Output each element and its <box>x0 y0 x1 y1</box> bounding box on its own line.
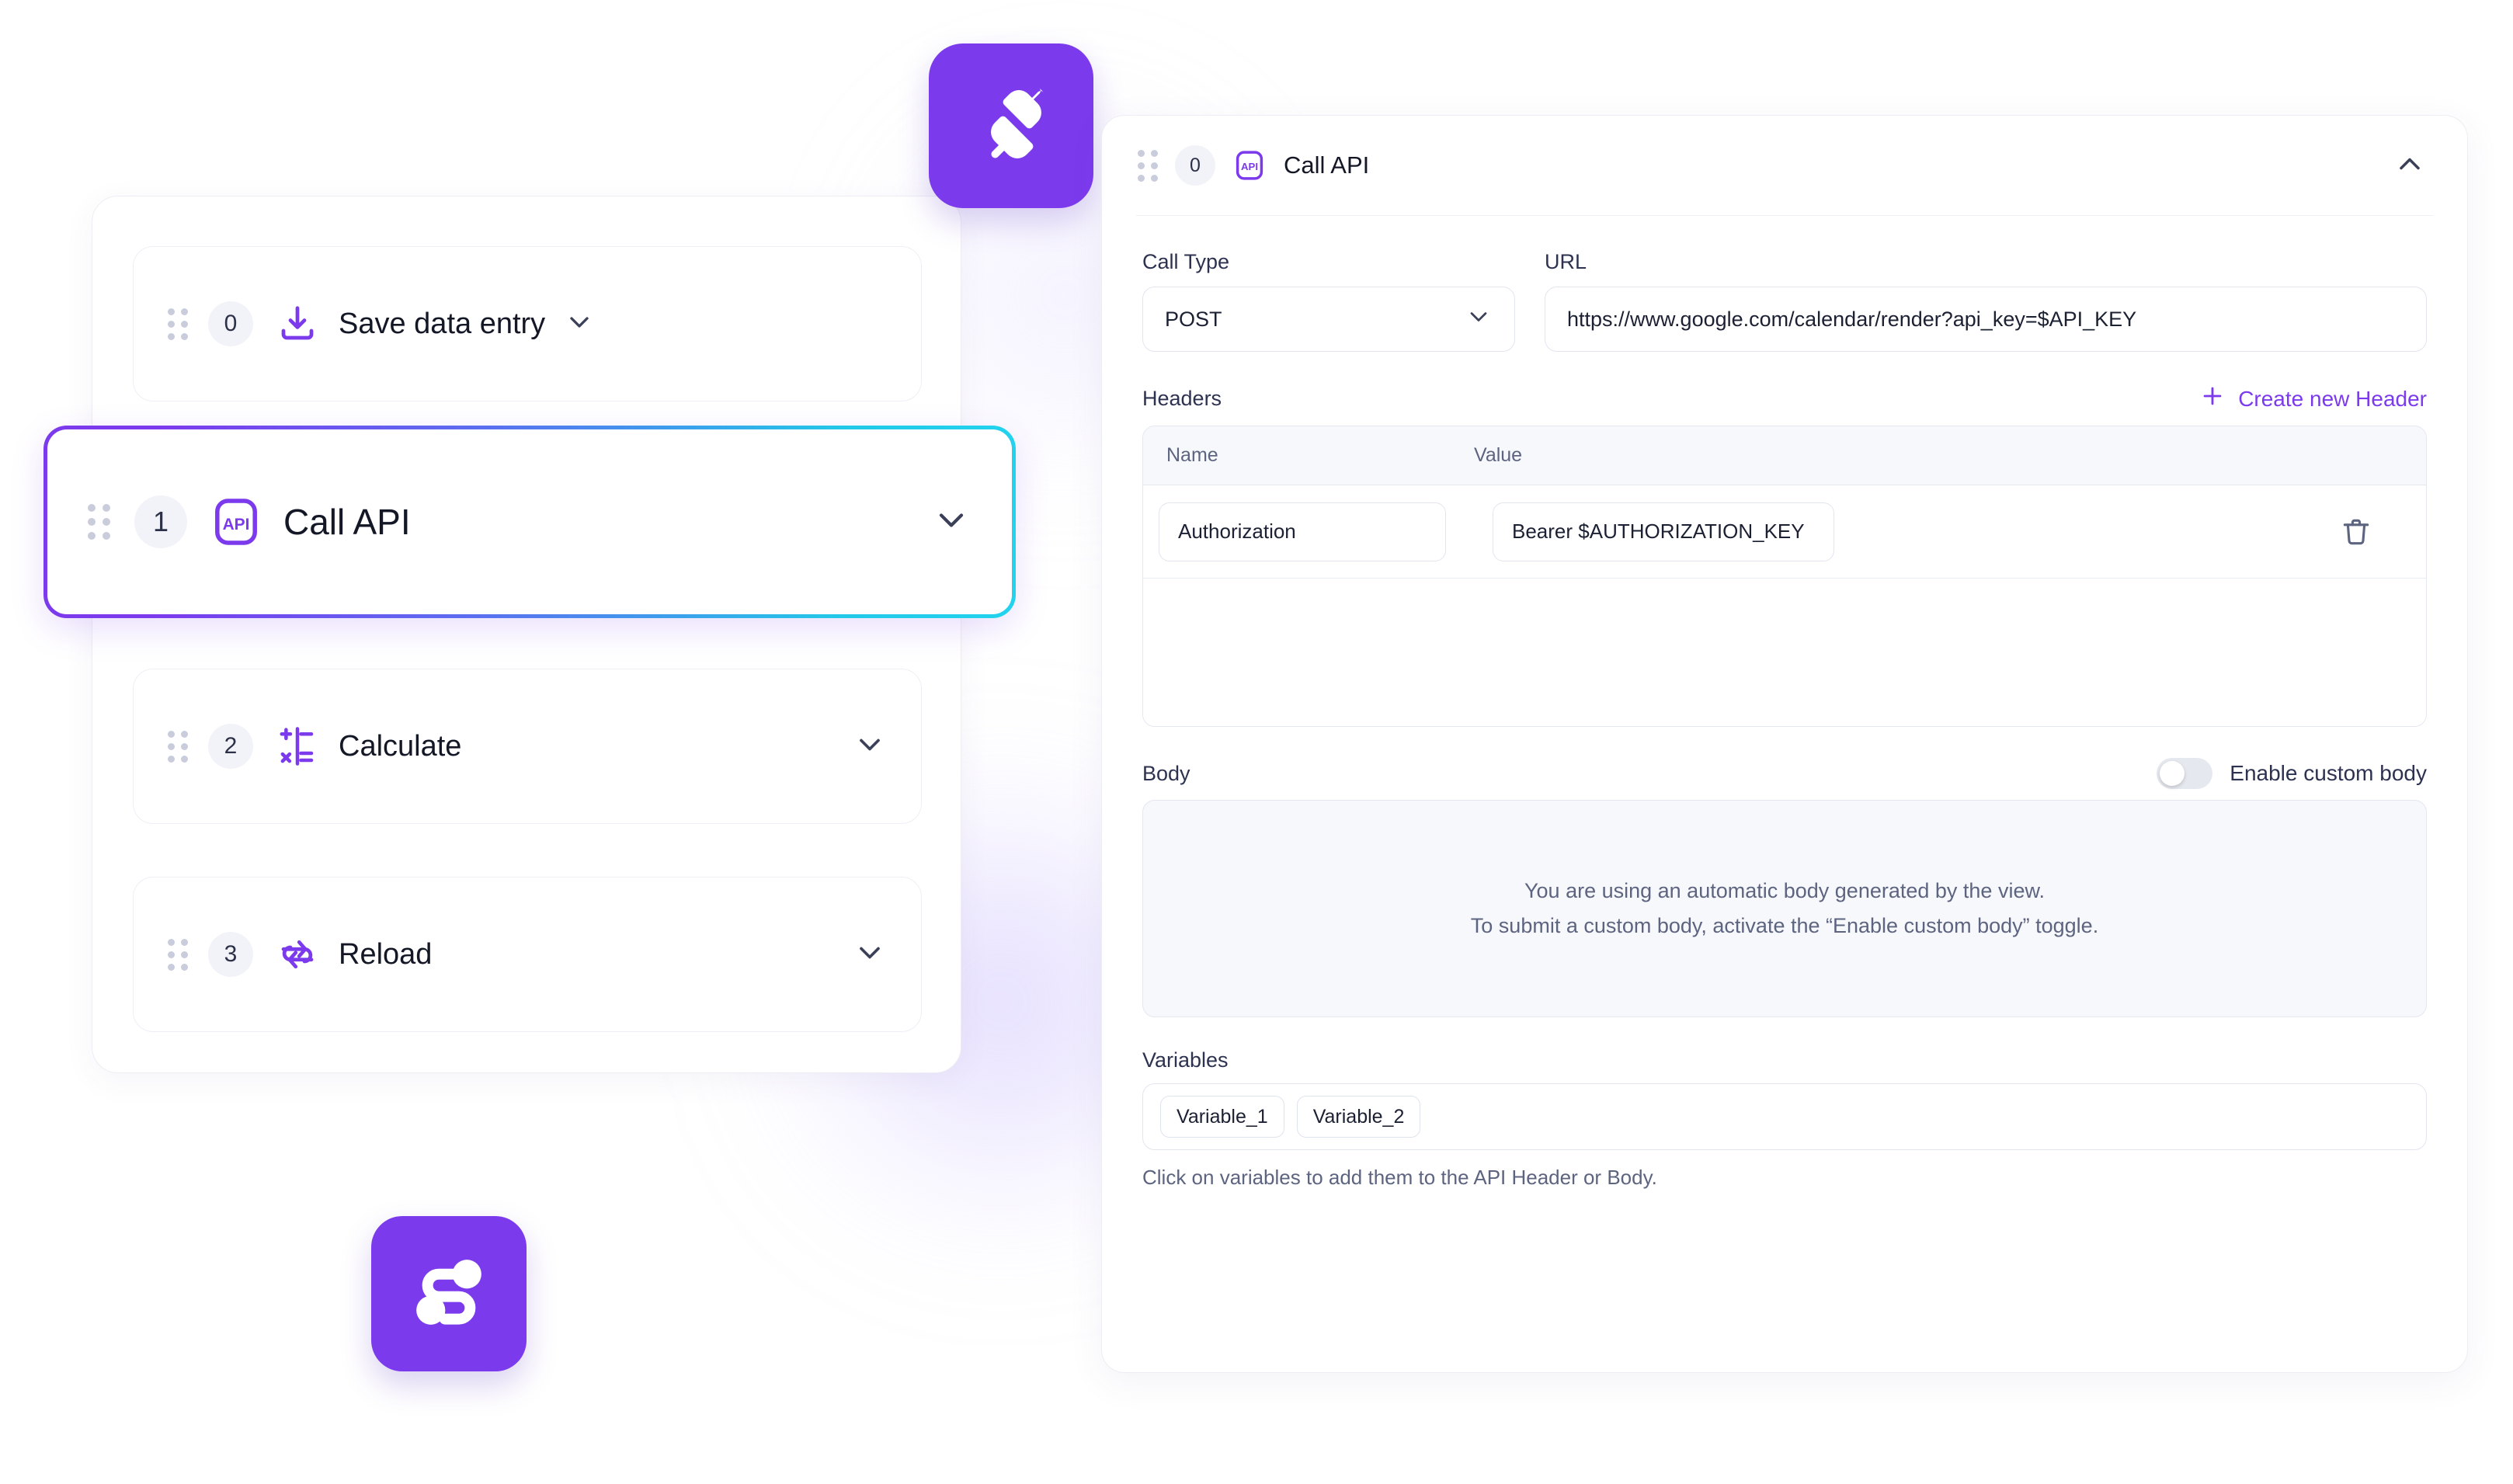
variable-chip[interactable]: Variable_1 <box>1160 1096 1284 1138</box>
headers-table-header-row: Name Value <box>1143 426 2426 485</box>
body-section-header: Body Enable custom body <box>1142 758 2427 789</box>
header-name-input[interactable]: Authorization <box>1159 502 1446 561</box>
panel-body: Call Type POST URL https://www.google.co… <box>1102 216 2467 1190</box>
chevron-down-icon[interactable] <box>564 307 595 342</box>
download-icon <box>276 303 318 345</box>
panel-header[interactable]: 0 API Call API <box>1102 116 2467 215</box>
variables-label: Variables <box>1142 1048 1229 1072</box>
drag-handle-icon[interactable] <box>168 308 188 340</box>
brand-logo-tile <box>371 1216 527 1371</box>
headers-section-header: Headers Create new Header <box>1142 383 2427 415</box>
table-row: Authorization Bearer $AUTHORIZATION_KEY <box>1143 485 2426 579</box>
drag-handle-icon[interactable] <box>1138 150 1158 182</box>
chevron-down-icon[interactable] <box>931 500 971 544</box>
api-config-panel: 0 API Call API Call Type POST URL https:… <box>1101 115 2468 1373</box>
column-header-value: Value <box>1474 444 1523 466</box>
body-placeholder-box: You are using an automatic body generate… <box>1142 800 2427 1017</box>
variables-box: Variable_1 Variable_2 <box>1142 1083 2427 1150</box>
create-new-header-label: Create new Header <box>2238 386 2427 411</box>
drag-handle-icon[interactable] <box>168 939 188 971</box>
step-row-calculate[interactable]: 2 Calculate <box>133 669 922 824</box>
header-value-input[interactable]: Bearer $AUTHORIZATION_KEY <box>1493 502 1834 561</box>
call-type-value: POST <box>1165 307 1222 331</box>
reload-icon <box>276 933 318 975</box>
call-type-label: Call Type <box>1142 250 1230 273</box>
chevron-up-icon[interactable] <box>2393 147 2427 185</box>
canvas: 0 Save data entry 2 Calculate 3 Reload 1… <box>0 0 2513 1484</box>
column-header-name: Name <box>1166 444 1218 466</box>
headers-label: Headers <box>1142 387 1222 410</box>
chevron-down-icon[interactable] <box>853 936 887 974</box>
url-group: URL https://www.google.com/calendar/rend… <box>1545 250 2427 352</box>
step-index-badge: 2 <box>208 724 253 769</box>
chevron-down-icon[interactable] <box>853 728 887 766</box>
url-value: https://www.google.com/calendar/render?a… <box>1567 307 2137 331</box>
call-type-select[interactable]: POST <box>1142 287 1515 352</box>
plus-icon <box>2199 383 2226 415</box>
calculator-icon <box>276 725 318 767</box>
plug-icon <box>965 78 1058 175</box>
drag-handle-icon[interactable] <box>168 731 188 763</box>
panel-index-badge: 0 <box>1175 145 1215 186</box>
workflow-steps-container: 0 Save data entry 2 Calculate 3 Reload <box>92 196 961 1073</box>
step-label: Call API <box>283 502 411 542</box>
create-new-header-button[interactable]: Create new Header <box>2199 383 2427 415</box>
step-row-call-api-selected[interactable]: 1 API Call API <box>43 426 1016 618</box>
enable-custom-body-toggle[interactable] <box>2157 758 2213 789</box>
plug-connector-tile <box>929 43 1093 208</box>
panel-title: Call API <box>1284 151 1370 179</box>
trash-icon[interactable] <box>2339 515 2373 549</box>
headers-table: Name Value Authorization Bearer $AUTHORI… <box>1142 426 2427 727</box>
chevron-down-icon <box>1465 303 1493 336</box>
step-index-badge: 1 <box>134 495 187 548</box>
step-index-badge: 0 <box>208 301 253 346</box>
url-label: URL <box>1545 250 1587 273</box>
step-label: Save data entry <box>339 307 546 340</box>
headers-table-empty-area <box>1143 579 2426 726</box>
variables-section-header: Variables <box>1142 1048 2427 1072</box>
variable-chip[interactable]: Variable_2 <box>1296 1096 1421 1138</box>
step-row-save-data-entry[interactable]: 0 Save data entry <box>133 246 922 401</box>
body-label: Body <box>1142 761 1190 785</box>
api-badge-icon: API <box>210 496 262 547</box>
s-logo-icon <box>401 1244 497 1344</box>
body-message-line-1: You are using an automatic body generate… <box>1524 879 2045 902</box>
url-input[interactable]: https://www.google.com/calendar/render?a… <box>1545 287 2427 352</box>
step-row-reload[interactable]: 3 Reload <box>133 877 922 1032</box>
enable-custom-body-label: Enable custom body <box>2230 761 2427 785</box>
body-message-line-2: To submit a custom body, activate the “E… <box>1470 914 2099 937</box>
request-basics-row: Call Type POST URL https://www.google.co… <box>1142 250 2427 352</box>
api-badge-icon: API <box>1232 148 1267 182</box>
call-type-group: Call Type POST <box>1142 250 1515 352</box>
step-label: Calculate <box>339 729 462 763</box>
step-index-badge: 3 <box>208 932 253 977</box>
svg-text:API: API <box>1241 161 1258 172</box>
svg-text:API: API <box>223 516 250 533</box>
variables-hint: Click on variables to add them to the AP… <box>1142 1166 1657 1189</box>
step-label: Reload <box>339 937 433 971</box>
drag-handle-icon[interactable] <box>88 504 111 540</box>
